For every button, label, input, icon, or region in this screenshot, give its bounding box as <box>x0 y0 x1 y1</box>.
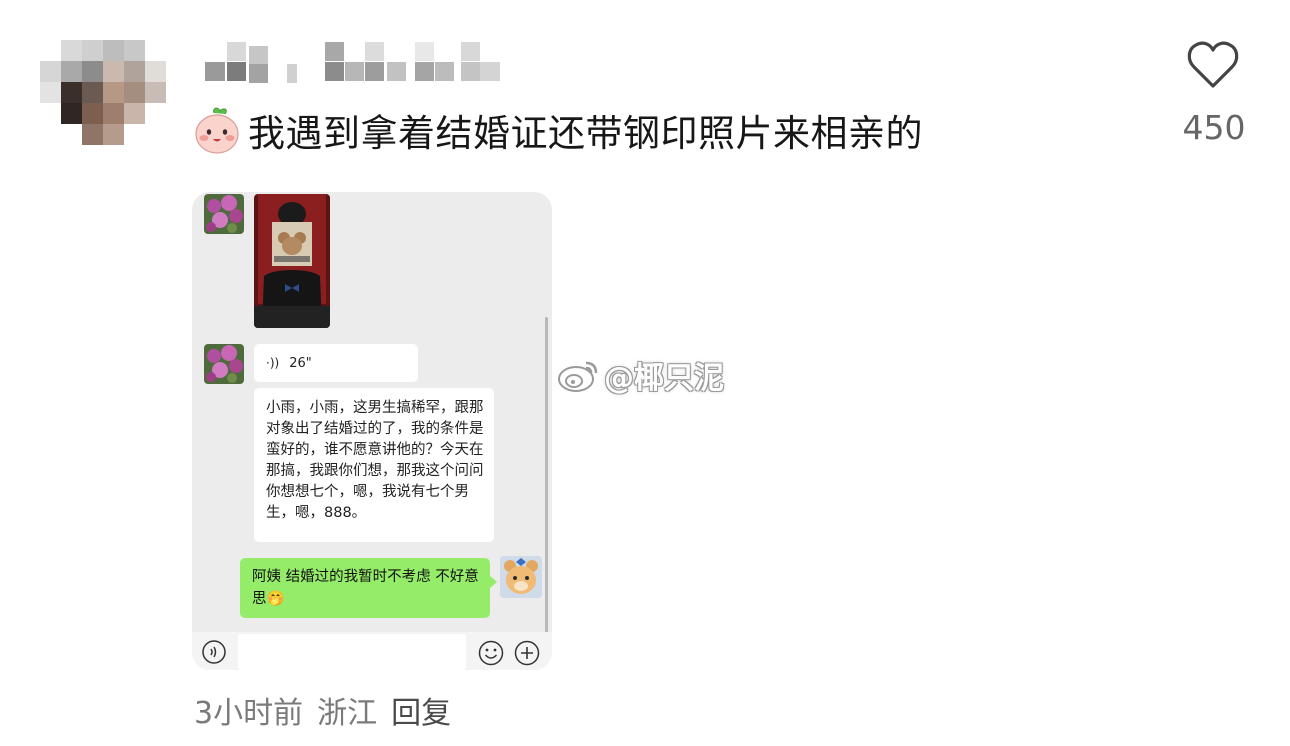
weibo-logo-icon <box>558 361 598 392</box>
reply-button[interactable]: 回复 <box>391 696 451 731</box>
incoming-text-message[interactable]: 小雨，小雨，这男生搞稀罕，跟那对象出了结婚过的了，我的条件是蛮好的，谁不愿意讲他… <box>254 388 494 542</box>
outgoing-text-message[interactable]: 阿姨 结婚过的我暂时不考虑 不好意思🤭 <box>240 558 490 618</box>
chat-text-input[interactable] <box>238 634 466 670</box>
covering-mouth-emoji: 🤭 <box>266 591 285 607</box>
comment-time: 3小时前 <box>194 696 304 731</box>
voice-wave-icon: ·)) <box>266 356 280 370</box>
voice-input-icon[interactable] <box>202 640 226 664</box>
plus-circle-icon[interactable] <box>514 640 540 666</box>
outgoing-text: 阿姨 结婚过的我暂时不考虑 不好意思 <box>252 569 479 607</box>
peach-face-emoji-icon <box>195 107 239 154</box>
incoming-text: 小雨，小雨，这男生搞稀罕，跟那对象出了结婚过的了，我的条件是蛮好的，谁不愿意讲他… <box>266 400 484 521</box>
comment-meta: 3小时前 浙江 回复 <box>194 688 465 732</box>
smiley-icon[interactable] <box>478 640 504 666</box>
own-avatar <box>500 556 542 598</box>
like-count: 450 <box>1182 108 1246 147</box>
voice-duration: 26" <box>289 355 312 371</box>
comment-body: 我遇到拿着结婚证还带钢印照片来相亲的 <box>192 102 923 158</box>
comment-location: 浙江 <box>317 696 378 731</box>
contact-avatar <box>204 194 244 234</box>
comment-text: 我遇到拿着结婚证还带钢印照片来相亲的 <box>248 112 923 155</box>
weibo-watermark: @椰只泥 <box>556 352 724 398</box>
bubble-tail <box>490 576 497 588</box>
commenter-avatar[interactable] <box>40 40 166 146</box>
voice-message[interactable]: ·)) 26" <box>254 344 418 382</box>
watermark-text: @椰只泥 <box>604 361 724 396</box>
contact-avatar <box>204 344 244 384</box>
chat-scrollbar[interactable] <box>545 317 548 637</box>
heart-outline-icon[interactable] <box>1186 40 1240 90</box>
commenter-username-blurred[interactable] <box>205 40 500 86</box>
photo-message[interactable] <box>254 194 330 328</box>
chat-screenshot-image[interactable]: ·)) 26" 小雨，小雨，这男生搞稀罕，跟那对象出了结婚过的了，我的条件是蛮好… <box>192 192 552 670</box>
